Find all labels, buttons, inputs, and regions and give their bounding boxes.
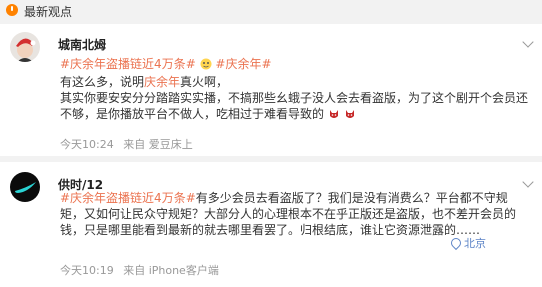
username-text: 城南北姆	[58, 38, 107, 52]
post-title-line: #庆余年盗播链近4万条#有多少会员去看盗版了？我们是没有消费么？平台都不守规	[60, 190, 532, 206]
emoji-icon	[200, 58, 212, 74]
chevron-down-icon[interactable]	[522, 36, 534, 48]
page: 最新观点 城南北姆 #庆余年盗播链近4万条# #庆余年# 有这么多，说明庆余年真…	[0, 0, 542, 287]
post-line: 不够，是你播放平台不做人，吃相过于难看导致的	[60, 106, 532, 124]
post-source: 来自 爱豆床上	[123, 138, 193, 151]
avatar[interactable]	[10, 172, 40, 202]
avatar[interactable]	[10, 32, 40, 62]
post-card: 城南北姆 #庆余年盗播链近4万条# #庆余年# 有这么多，说明庆余年真火啊， 其…	[0, 24, 542, 156]
location-pin-icon	[448, 235, 464, 251]
hashtag-link[interactable]: #庆余年盗播链近4万条#	[60, 191, 196, 205]
highlight-text: 庆余年	[144, 75, 181, 89]
devil-emoji-icon	[328, 108, 340, 124]
post-source: 来自 iPhone客户端	[123, 264, 219, 277]
section-title: 最新观点	[24, 5, 73, 19]
text-span: 有多少会员去看盗版了？我们是没有消费么？平台都不守规	[195, 191, 508, 205]
post-line: 矩，又如何让民众守规矩？大部分人的心理根本不在乎正版还是盗版，也不差开会员的	[60, 207, 517, 221]
post-line: 其实你要安安分分踏踏实实播，不搞那些幺蛾子没人会去看盗版，为了这个剧开个会员还	[60, 91, 529, 105]
avatar-image	[10, 32, 40, 62]
post-card: 供时/12 #庆余年盗播链近4万条#有多少会员去看盗版了？我们是没有消费么？平台…	[0, 162, 542, 287]
location-text: 北京	[464, 237, 486, 250]
post-title-line: #庆余年盗播链近4万条# #庆余年#	[60, 56, 532, 74]
post-time: 今天10:19	[60, 264, 114, 277]
text-span: 真火啊，	[180, 75, 229, 89]
post-meta: 今天10:24 来自 爱豆床上	[60, 136, 199, 152]
text-span: 有这么多，说明	[60, 75, 145, 89]
section-header: 最新观点	[0, 0, 542, 22]
post-line: 有这么多，说明庆余年真火啊，	[60, 74, 532, 90]
location-link[interactable]: 北京	[448, 235, 486, 251]
text-span: 不够，是你播放平台不做人，吃相过于难看导致的	[60, 107, 325, 121]
hashtag-link[interactable]: #庆余年#	[215, 57, 271, 71]
info-icon	[6, 4, 18, 16]
hashtag-link[interactable]: #庆余年盗播链近4万条#	[60, 57, 196, 71]
post-content: #庆余年盗播链近4万条# #庆余年# 有这么多，说明庆余年真火啊， 其实你要安安…	[60, 56, 532, 124]
post-meta: 今天10:19 来自 iPhone客户端	[60, 262, 225, 278]
post-time: 今天10:24	[60, 138, 114, 151]
username[interactable]: 城南北姆	[58, 36, 106, 53]
devil-emoji-icon	[344, 108, 356, 124]
avatar-image	[10, 172, 40, 202]
chevron-down-icon[interactable]	[522, 176, 534, 188]
post-content: #庆余年盗播链近4万条#有多少会员去看盗版了？我们是没有消费么？平台都不守规 矩…	[60, 190, 532, 238]
